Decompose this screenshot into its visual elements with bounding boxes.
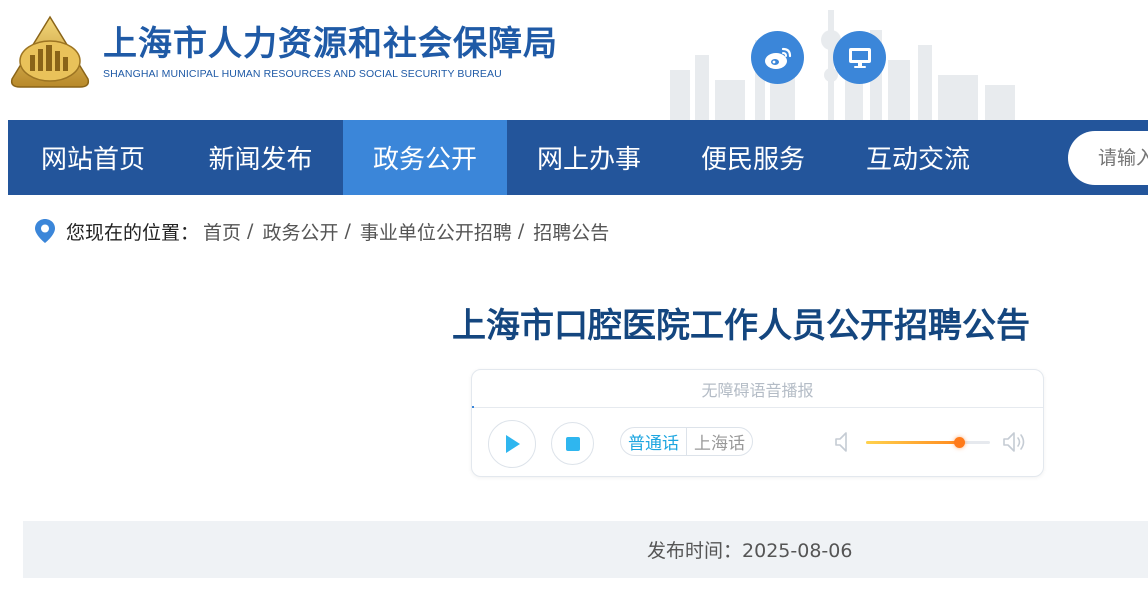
stop-icon bbox=[565, 436, 580, 451]
stop-button[interactable] bbox=[551, 422, 594, 465]
desktop-button[interactable] bbox=[833, 31, 886, 84]
site-subtitle: SHANGHAI MUNICIPAL HUMAN RESOURCES AND S… bbox=[103, 68, 502, 80]
play-button[interactable] bbox=[488, 420, 536, 468]
location-pin-icon bbox=[35, 219, 55, 243]
player-title: 无障碍语音播报 bbox=[701, 380, 814, 400]
nav-convenience-services[interactable]: 便民服务 bbox=[671, 120, 835, 195]
breadcrumb-separator: / bbox=[247, 220, 254, 242]
breadcrumb-label: 您现在的位置： bbox=[66, 221, 200, 244]
dialect-toggle: 普通话 上海话 bbox=[620, 427, 753, 456]
breadcrumb: 您现在的位置： 首页 / 政务公开 / 事业单位公开招聘 / 招聘公告 bbox=[34, 216, 609, 246]
breadcrumb-separator: / bbox=[517, 220, 525, 242]
breadcrumb-recruitment-notice[interactable]: 招聘公告 bbox=[533, 218, 609, 245]
nav-news[interactable]: 新闻发布 bbox=[178, 120, 343, 195]
lang-shanghainese-option[interactable]: 上海话 bbox=[686, 428, 752, 455]
article-title: 上海市口腔医院工作人员公开招聘公告 bbox=[452, 306, 1030, 346]
site-header: 上海市人力资源和社会保障局 SHANGHAI MUNICIPAL HUMAN R… bbox=[0, 0, 1148, 120]
volume-low-icon[interactable] bbox=[834, 430, 852, 454]
play-icon bbox=[506, 435, 520, 453]
logo-emblem[interactable] bbox=[8, 15, 92, 91]
nav-interaction[interactable]: 互动交流 bbox=[835, 120, 1001, 195]
nav-online-services[interactable]: 网上办事 bbox=[507, 120, 671, 195]
search-box bbox=[1068, 131, 1148, 185]
publish-date: 发布时间：2025-08-06 bbox=[647, 536, 852, 563]
lang-mandarin-option[interactable]: 普通话 bbox=[621, 428, 686, 455]
main-nav: 网站首页 新闻发布 政务公开 网上办事 便民服务 互动交流 bbox=[8, 120, 1148, 195]
search-input[interactable] bbox=[1098, 147, 1148, 169]
breadcrumb-public-recruitment[interactable]: 事业单位公开招聘 bbox=[360, 218, 512, 245]
breadcrumb-home[interactable]: 首页 bbox=[203, 218, 241, 245]
publish-date-label: 发布时间： bbox=[647, 540, 743, 562]
volume-high-icon[interactable] bbox=[1002, 430, 1028, 454]
publish-info-bar: 发布时间：2025-08-06 bbox=[23, 521, 1148, 578]
site-title: 上海市人力资源和社会保障局 bbox=[103, 24, 558, 64]
desktop-icon bbox=[848, 47, 871, 68]
playback-progress-bar[interactable] bbox=[472, 406, 474, 408]
volume-slider-fill bbox=[866, 441, 959, 444]
publish-date-value: 2025-08-06 bbox=[742, 540, 853, 562]
nav-home[interactable]: 网站首页 bbox=[8, 120, 178, 195]
volume-slider[interactable] bbox=[866, 437, 990, 448]
accessibility-audio-player: 无障碍语音播报 普通话 上海话 bbox=[471, 369, 1044, 477]
weibo-button[interactable] bbox=[751, 31, 804, 84]
volume-slider-knob[interactable] bbox=[953, 437, 965, 448]
breadcrumb-separator: / bbox=[344, 220, 351, 242]
breadcrumb-government-affairs[interactable]: 政务公开 bbox=[262, 218, 338, 245]
nav-government-affairs[interactable]: 政务公开 bbox=[343, 120, 507, 195]
player-title-bar: 无障碍语音播报 bbox=[472, 370, 1043, 408]
weibo-icon bbox=[764, 47, 791, 69]
